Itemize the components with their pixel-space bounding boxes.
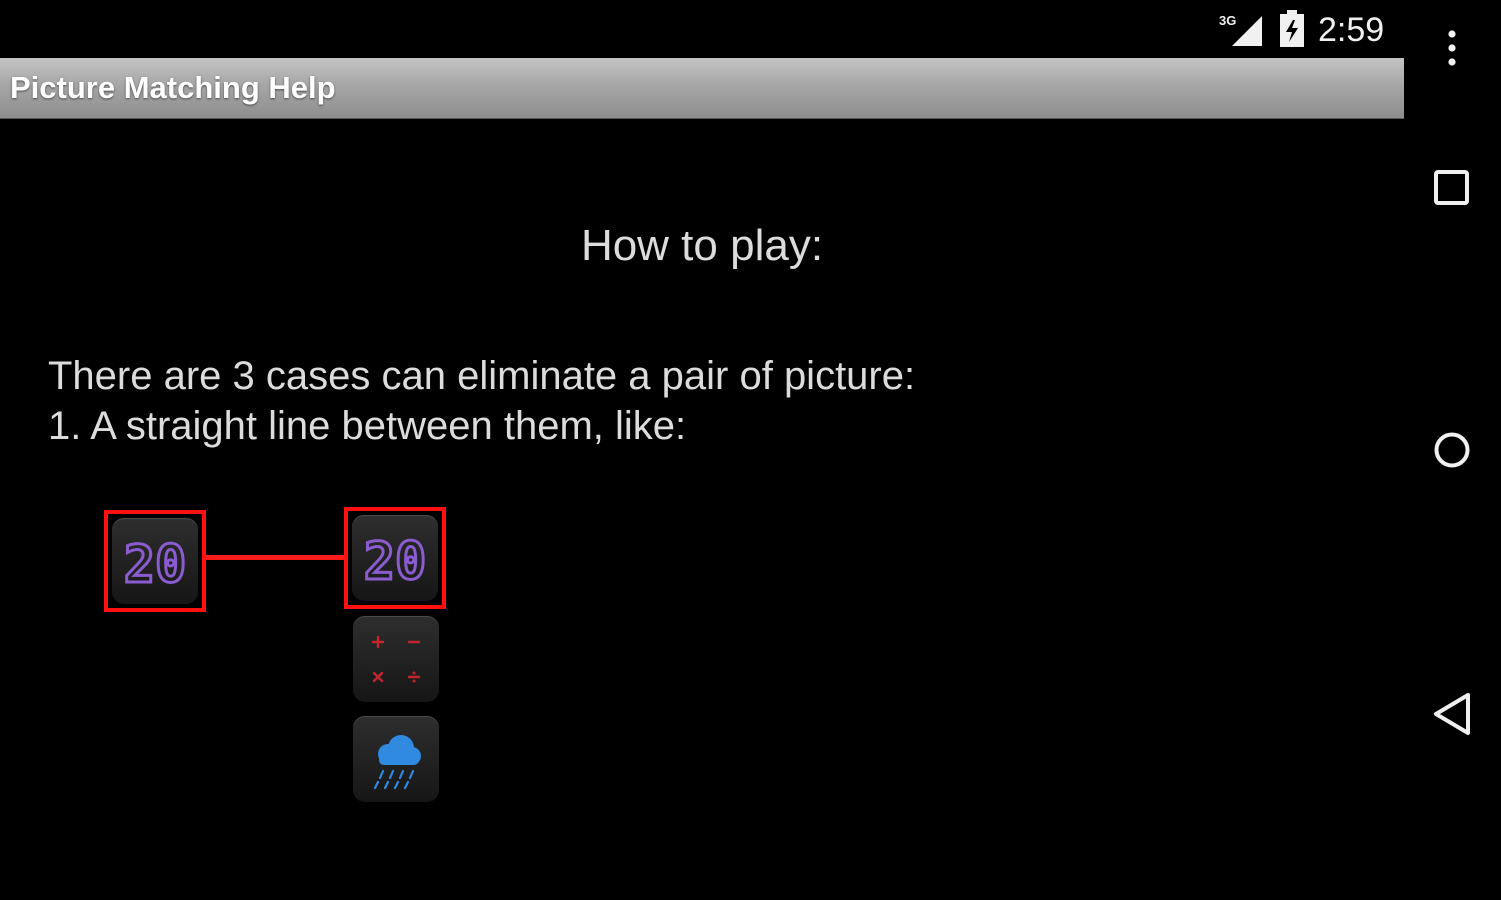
network-type-label: 3G	[1219, 13, 1236, 28]
overflow-menu-icon[interactable]	[1435, 26, 1469, 70]
help-text-case-1: 1. A straight line between them, like:	[48, 404, 687, 448]
battery-icon	[1280, 10, 1304, 47]
screen: 3G 2:59 Picture Matching Help How to pla…	[0, 0, 1501, 900]
calendar-20-digits: 20	[124, 535, 187, 595]
help-heading: How to play:	[580, 221, 824, 270]
example-illustration: 20 20	[0, 0, 1404, 900]
match-line	[204, 555, 348, 560]
example-tile-calculator	[353, 616, 439, 702]
recents-icon[interactable]	[1430, 165, 1474, 209]
status-clock: 2:59	[1318, 11, 1385, 49]
calendar-20-icon: 20	[122, 534, 188, 597]
title-bar: Picture Matching Help	[0, 58, 1404, 118]
page-title: Picture Matching Help	[10, 70, 336, 105]
calendar-20-digits: 20	[364, 532, 427, 592]
selection-frame-left	[104, 510, 206, 612]
home-icon[interactable]	[1430, 428, 1474, 472]
example-tile-calendar-left: 20	[112, 518, 198, 604]
status-bar: 3G 2:59	[0, 0, 1404, 58]
navigation-bar	[1404, 0, 1501, 900]
signal-icon: 3G	[1219, 13, 1262, 46]
selection-frame-right	[344, 507, 446, 609]
calendar-20-icon: 20	[362, 531, 428, 594]
rain-cloud-icon	[373, 735, 421, 790]
back-icon[interactable]	[1430, 690, 1476, 738]
help-text-intro: There are 3 cases can eliminate a pair o…	[48, 354, 916, 398]
calculator-icon	[371, 635, 421, 683]
example-tile-rain-cloud	[353, 716, 439, 802]
example-tile-calendar-right: 20	[352, 515, 438, 601]
